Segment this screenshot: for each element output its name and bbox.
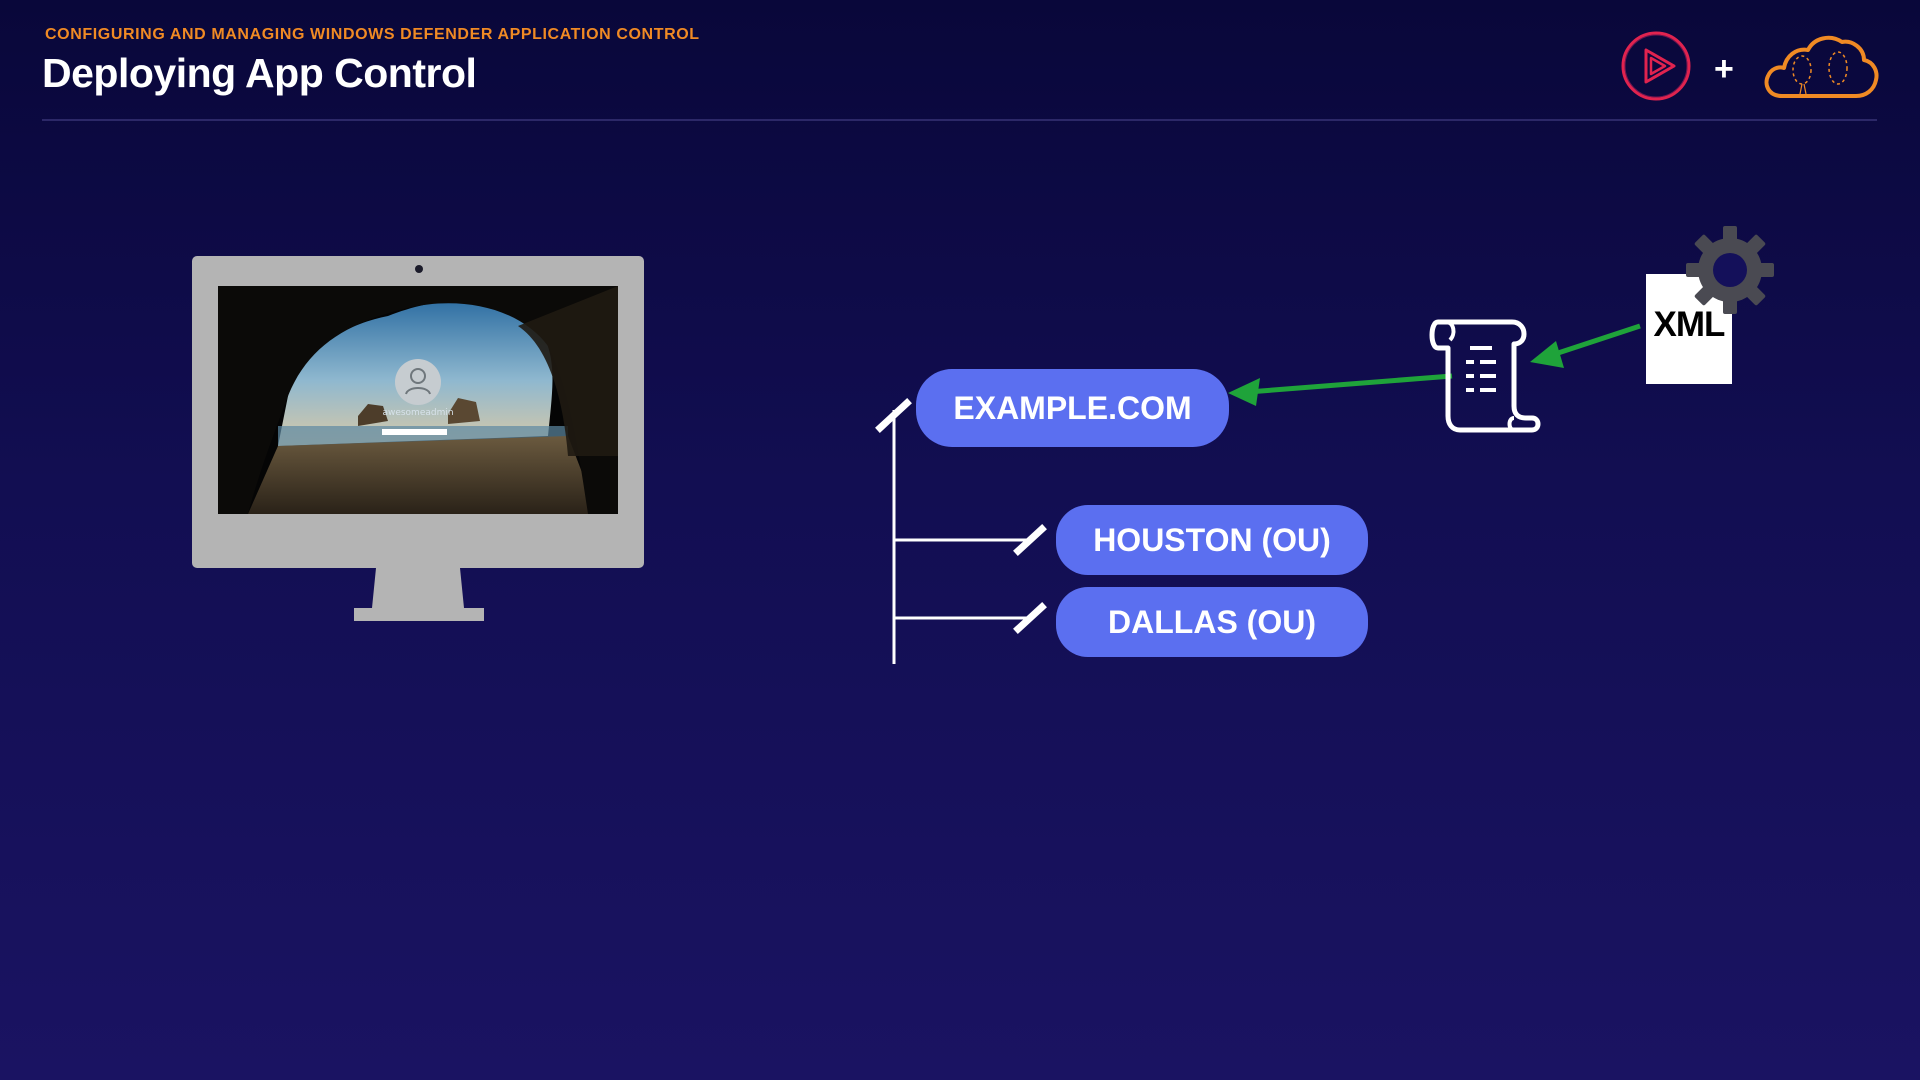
houston-link-marker [1013,524,1047,556]
root-link-marker [875,398,912,433]
gpo-to-domain-arrow [1247,373,1453,395]
dallas-link-marker [1013,602,1047,634]
gear-icon [1686,226,1774,314]
domain-root-node: EXAMPLE.COM [916,369,1229,447]
scroll-document-icon [1429,319,1541,433]
header-divider [42,119,1877,121]
pluralsight-play-icon [1621,31,1691,101]
ou-dallas-node: DALLAS (OU) [1056,587,1368,657]
xml-to-gpo-arrow [1551,323,1641,358]
cloud-icon [1764,35,1879,98]
section-eyebrow: CONFIGURING AND MANAGING WINDOWS DEFENDE… [45,26,700,43]
ou-houston-node: HOUSTON (OU) [1056,505,1368,575]
slide-title: Deploying App Control [42,50,477,96]
computer-monitor: awesomeadmin [192,256,644,622]
monitor-stand [354,568,484,621]
plus-separator: + [1714,50,1734,88]
